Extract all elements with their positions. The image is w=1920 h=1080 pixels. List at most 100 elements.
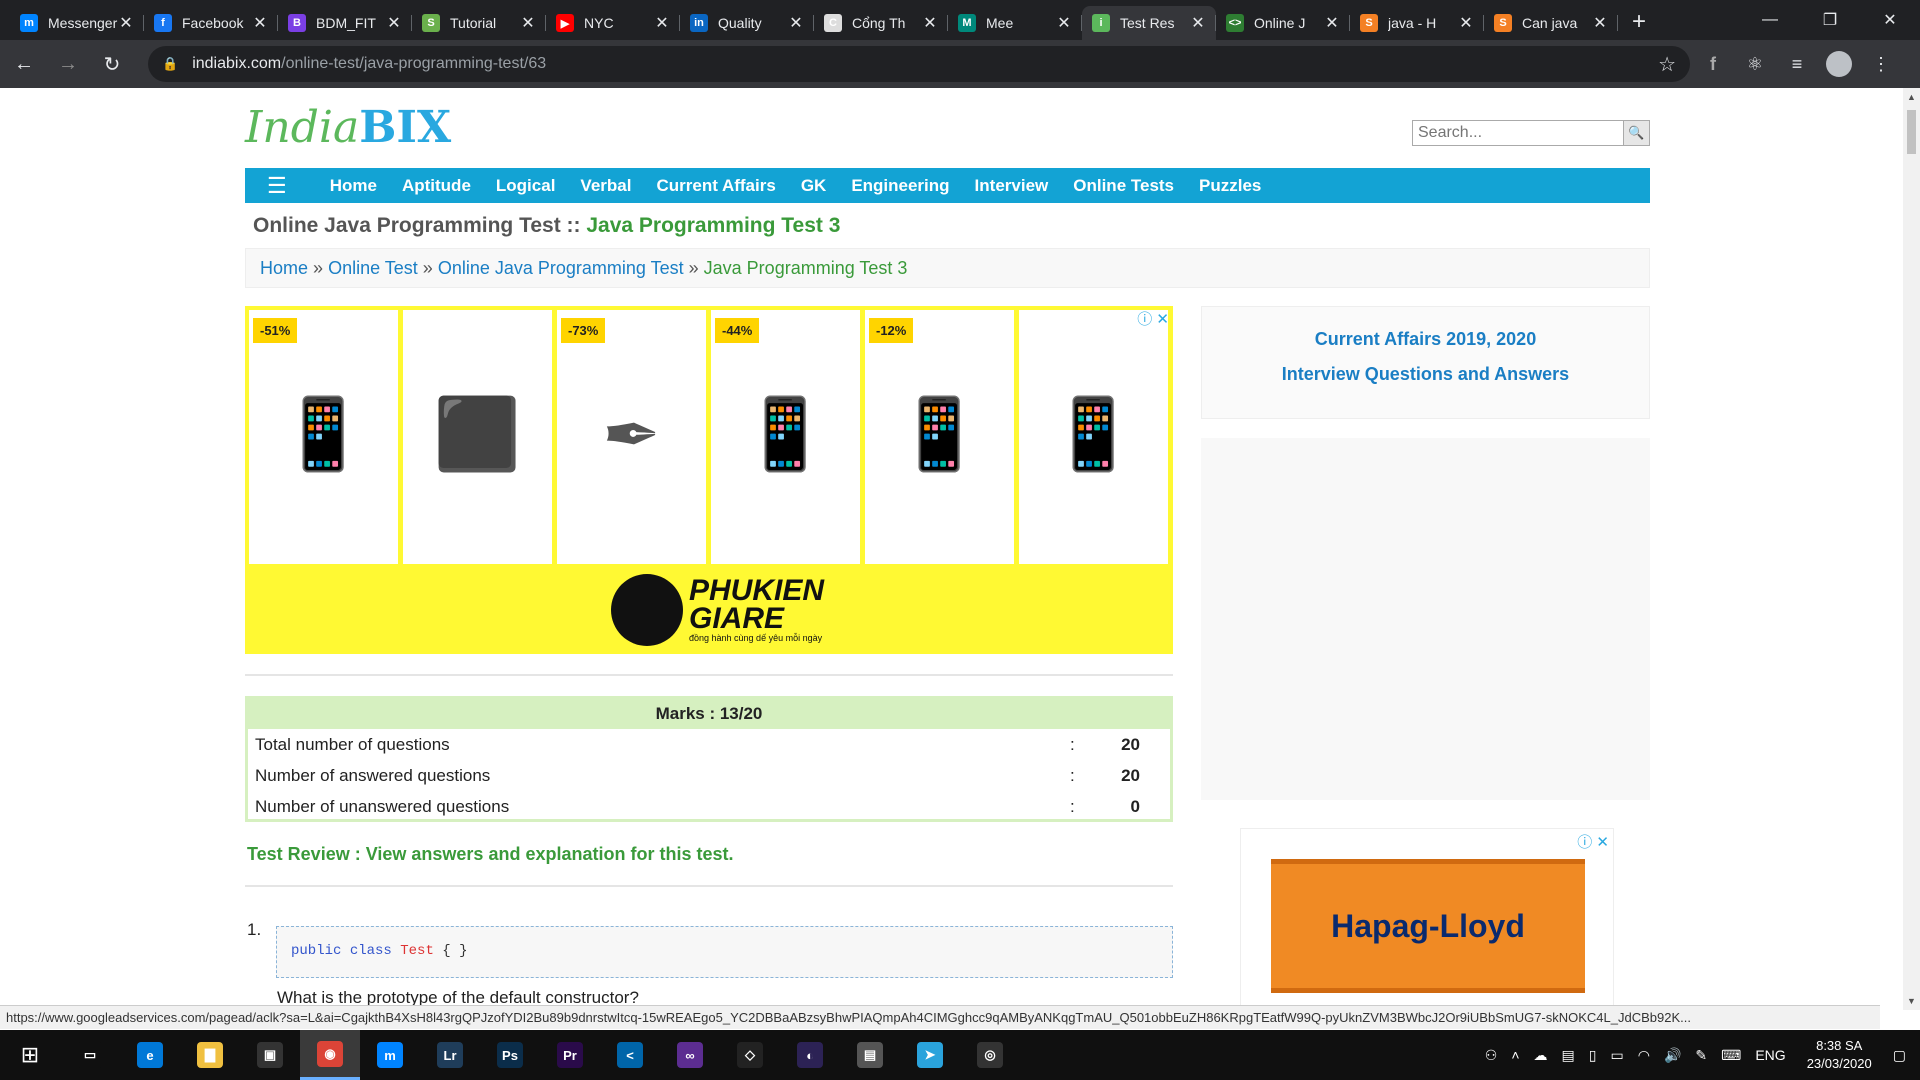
search-input[interactable] [1412, 120, 1624, 146]
keyboard-icon[interactable]: ⌨ [1721, 1047, 1741, 1064]
tab-close-icon[interactable]: ✕ [788, 13, 804, 33]
ad-product-card[interactable]: 📱 -51% [249, 310, 398, 564]
close-window-icon[interactable]: ✕ [1860, 0, 1920, 40]
tab-close-icon[interactable]: ✕ [1458, 13, 1474, 33]
browser-tab[interactable]: Sjava - H ✕ [1350, 6, 1484, 40]
browser-tab[interactable]: m Messenger ✕ [10, 6, 144, 40]
tab-close-icon[interactable]: ✕ [654, 13, 670, 33]
onedrive-icon[interactable]: ☁ [1534, 1047, 1548, 1064]
taskbar-telegram-icon[interactable]: ➤ [900, 1030, 960, 1080]
current-affairs-link[interactable]: Current Affairs 2019, 2020 [1202, 329, 1649, 350]
taskbar-premiere-icon[interactable]: Pr [540, 1030, 600, 1080]
scrollbar-thumb[interactable] [1907, 110, 1916, 154]
breadcrumb-home[interactable]: Home [260, 258, 308, 278]
forward-icon[interactable]: → [48, 44, 88, 84]
ad-product-card[interactable]: 📱 -44% [711, 310, 860, 564]
menu-item-verbal[interactable]: Verbal [580, 176, 631, 196]
taskbar-task-view-icon[interactable]: ▭ [60, 1030, 120, 1080]
browser-tab[interactable]: <> Online J ✕ [1216, 6, 1350, 40]
tab-close-icon[interactable]: ✕ [520, 13, 536, 33]
tray-expand-icon[interactable]: ˄ [1511, 1047, 1519, 1063]
restore-icon[interactable]: ❐ [1800, 0, 1860, 40]
site-logo[interactable]: IndiaBIX [245, 102, 451, 153]
taskbar-lightroom-icon[interactable]: Lr [420, 1030, 480, 1080]
menu-item-logical[interactable]: Logical [496, 176, 556, 196]
tab-close-icon[interactable]: ✕ [922, 13, 938, 33]
taskbar-unity-icon[interactable]: ◇ [720, 1030, 780, 1080]
browser-tab[interactable]: i Test Res ✕ [1082, 6, 1216, 40]
breadcrumb-online-java-test[interactable]: Online Java Programming Test [438, 258, 684, 278]
taskbar-file-explorer-icon[interactable]: ▇ [180, 1030, 240, 1080]
wifi-icon[interactable]: ◠ [1638, 1047, 1650, 1064]
taskbar-eclipse-icon[interactable]: ◐ [780, 1030, 840, 1080]
windows-start-icon[interactable]: ⊞ [0, 1030, 60, 1080]
media-control-icon[interactable]: ≡ [1778, 45, 1816, 83]
taskbar-photos-icon[interactable]: ▤ [840, 1030, 900, 1080]
browser-tab[interactable]: B BDM_FIT ✕ [278, 6, 412, 40]
taskbar-messenger-icon[interactable]: m [360, 1030, 420, 1080]
scroll-down-arrow[interactable]: ▼ [1907, 996, 1916, 1006]
minimize-icon[interactable]: — [1740, 0, 1800, 40]
reload-icon[interactable]: ↻ [92, 44, 132, 84]
pen-icon[interactable]: ✎ [1695, 1047, 1707, 1064]
ad-product-card[interactable]: ⬛ [403, 310, 552, 564]
browser-tab[interactable]: C Cổng Th ✕ [814, 6, 948, 40]
browser-tab[interactable]: f Facebook ✕ [144, 6, 278, 40]
menu-item-engineering[interactable]: Engineering [851, 176, 949, 196]
interview-questions-link[interactable]: Interview Questions and Answers [1202, 364, 1649, 385]
address-bar[interactable]: 🔒 indiabix.com/online-test/java-programm… [148, 46, 1690, 82]
browser-tab[interactable]: S Can java ✕ [1484, 6, 1618, 40]
action-center-icon[interactable]: ▢ [1893, 1047, 1906, 1064]
ad-product-card[interactable]: 📱 [1019, 310, 1168, 564]
taskbar-visual-studio-icon[interactable]: ∞ [660, 1030, 720, 1080]
notes-icon[interactable]: ▤ [1562, 1047, 1575, 1064]
ad-product-card[interactable]: 📱 -12% [865, 310, 1014, 564]
volume-icon[interactable]: 🔊 [1664, 1047, 1681, 1064]
battery-icon[interactable]: ▭ [1611, 1047, 1624, 1064]
browser-tab[interactable]: ▶ NYC ✕ [546, 6, 680, 40]
bookmark-star-icon[interactable]: ☆ [1658, 52, 1676, 77]
browser-tab[interactable]: S Tutorial ✕ [412, 6, 546, 40]
tab-close-icon[interactable]: ✕ [118, 13, 134, 33]
new-tab-button[interactable]: + [1618, 8, 1660, 40]
taskbar-photoshop-icon[interactable]: Ps [480, 1030, 540, 1080]
browser-tab[interactable]: in Quality ✕ [680, 6, 814, 40]
tab-close-icon[interactable]: ✕ [252, 13, 268, 33]
breadcrumb-online-test[interactable]: Online Test [328, 258, 418, 278]
menu-item-gk[interactable]: GK [801, 176, 827, 196]
menu-item-puzzles[interactable]: Puzzles [1199, 176, 1261, 196]
menu-item-interview[interactable]: Interview [975, 176, 1049, 196]
tab-close-icon[interactable]: ✕ [1592, 13, 1608, 33]
menu-item-online-tests[interactable]: Online Tests [1073, 176, 1174, 196]
tab-close-icon[interactable]: ✕ [386, 13, 402, 33]
taskbar-store-icon[interactable]: ▣ [240, 1030, 300, 1080]
clock[interactable]: 8:38 SA 23/03/2020 [1807, 1037, 1872, 1073]
react-extension-icon[interactable]: ⚛ [1736, 45, 1774, 83]
menu-item-current-affairs[interactable]: Current Affairs [656, 176, 775, 196]
menu-item-home[interactable]: Home [330, 176, 377, 196]
tab-close-icon[interactable]: ✕ [1056, 13, 1072, 33]
sidebar-ad[interactable]: ⓘ ✕ Hapag-Lloyd [1240, 828, 1614, 1010]
taskbar-edge-icon[interactable]: e [120, 1030, 180, 1080]
ad-choices-icon[interactable]: ⓘ ✕ [1137, 308, 1169, 329]
taskbar-chrome-icon[interactable]: ◉ [300, 1030, 360, 1080]
product-ad-banner[interactable]: 📱 -51% ⬛ ✒ -73% 📱 -44% 📱 -12% 📱 ⓘ ✕ PHUKIEN GIARE… [245, 306, 1173, 654]
test-review-link[interactable]: Test Review : View answers and explanati… [247, 844, 733, 865]
tab-close-icon[interactable]: ✕ [1324, 13, 1340, 33]
ad-choices-icon[interactable]: ⓘ ✕ [1577, 831, 1609, 852]
taskbar-obs-icon[interactable]: ◎ [960, 1030, 1020, 1080]
back-icon[interactable]: ← [4, 44, 44, 84]
menu-item-aptitude[interactable]: Aptitude [402, 176, 471, 196]
taskbar-vscode-icon[interactable]: < [600, 1030, 660, 1080]
profile-avatar[interactable] [1820, 45, 1858, 83]
usb-icon[interactable]: ▯ [1589, 1047, 1597, 1064]
browser-tab[interactable]: M Mee ✕ [948, 6, 1082, 40]
ad-product-card[interactable]: ✒ -73% [557, 310, 706, 564]
people-icon[interactable]: ⚇ [1485, 1047, 1498, 1064]
facebook-extension-icon[interactable]: f [1694, 45, 1732, 83]
menu-kebab-icon[interactable]: ⋮ [1862, 45, 1900, 83]
search-icon[interactable]: 🔍 [1624, 120, 1650, 146]
page-scrollbar[interactable]: ▲ ▼ [1903, 88, 1920, 1010]
scroll-up-arrow[interactable]: ▲ [1907, 92, 1916, 102]
language-indicator[interactable]: ENG [1755, 1047, 1785, 1063]
